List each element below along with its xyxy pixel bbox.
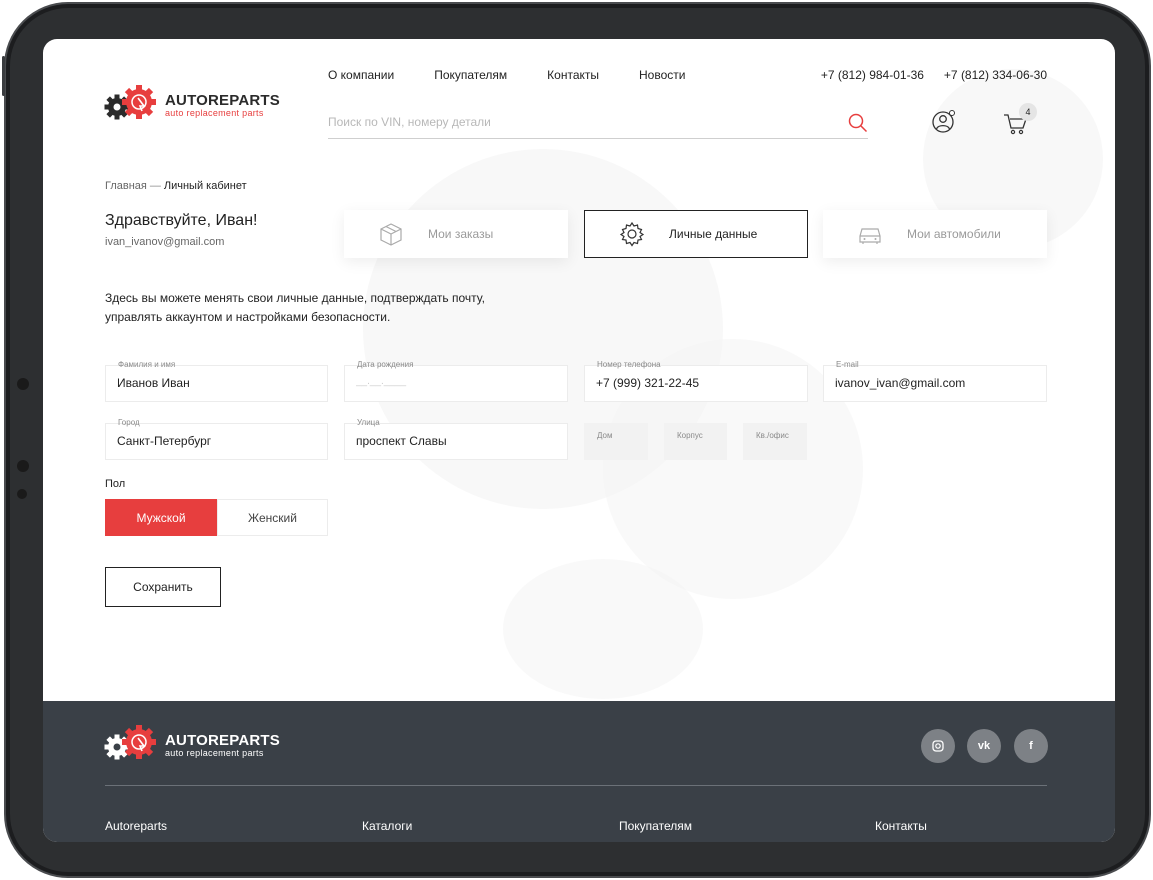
device-sensor [17, 489, 27, 499]
logo-title: AUTOREPARTS [165, 91, 280, 109]
gears-logo-icon [103, 725, 159, 765]
breadcrumb-current: Личный кабинет [163, 180, 247, 192]
logo-tagline: auto replacement parts [165, 747, 264, 758]
breadcrumb: Главная — Личный кабинет [105, 180, 247, 192]
phone-link[interactable]: +7 (812) 984-01-36 [821, 68, 924, 82]
city-field: Город [105, 418, 328, 460]
field-label: Фамилия и имя [118, 360, 176, 369]
account-email: ivan_ivanov@gmail.com [105, 236, 225, 248]
field-label: Номер телефона [597, 360, 661, 369]
vk-icon[interactable]: vk [967, 729, 1001, 763]
city-input[interactable] [117, 434, 307, 448]
screen: AUTOREPARTS auto replacement parts О ком… [43, 39, 1115, 842]
footer-column-title[interactable]: Покупателям [619, 819, 692, 833]
street-input[interactable] [356, 434, 546, 448]
gear-icon [619, 221, 645, 247]
field-label: Кв./офис [756, 431, 789, 440]
tab-personal-data[interactable]: Личные данные [584, 210, 808, 258]
search-bar [328, 107, 868, 139]
device-side-button [2, 56, 5, 96]
instagram-icon[interactable] [921, 729, 955, 763]
footer-column-title[interactable]: Autoreparts [105, 819, 167, 833]
gender-female-button[interactable]: Женский [217, 499, 328, 536]
phone-field: Номер телефона [584, 360, 808, 402]
device-camera [17, 378, 29, 390]
device-sensor [17, 460, 29, 472]
breadcrumb-home-link[interactable]: Главная [105, 180, 147, 192]
email-field: E-mail [823, 360, 1047, 402]
gears-logo-icon [103, 85, 159, 125]
footer-column-title[interactable]: Каталоги [362, 819, 412, 833]
name-field: Фамилия и имя [105, 360, 328, 402]
apartment-field[interactable]: Кв./офис [743, 423, 807, 460]
field-label: Улица [357, 418, 380, 427]
field-label: Дом [597, 431, 613, 440]
main-nav: О компании Покупателям Контакты Новости [328, 68, 725, 82]
footer-column-title[interactable]: Контакты [875, 819, 927, 833]
gender-label: Пол [105, 478, 126, 490]
phone-input[interactable] [596, 376, 786, 390]
facebook-icon-glyph: f [1029, 740, 1033, 752]
phone-link[interactable]: +7 (812) 334-06-30 [944, 68, 1047, 82]
vk-icon-glyph: vk [977, 740, 991, 752]
car-icon [859, 228, 881, 244]
nav-link-customers[interactable]: Покупателям [434, 68, 507, 82]
search-input[interactable] [328, 107, 828, 137]
facebook-icon[interactable]: f [1014, 729, 1048, 763]
cart-count-badge: 4 [1019, 103, 1037, 121]
footer-divider [105, 785, 1047, 786]
logo-text: AUTOREPARTS auto replacement parts [165, 733, 280, 758]
birth-date-input[interactable] [356, 376, 546, 387]
intro-text: Здесь вы можете менять свои личные данны… [105, 291, 485, 324]
tab-label: Мои автомобили [907, 227, 1001, 241]
logo-title: AUTOREPARTS [165, 731, 280, 749]
footer-logo[interactable]: AUTOREPARTS auto replacement parts [103, 725, 280, 765]
street-field: Улица [344, 418, 568, 460]
logo-tagline: auto replacement parts [165, 107, 264, 118]
phone-numbers: +7 (812) 984-01-36 +7 (812) 334-06-30 [801, 68, 1047, 82]
footer: AUTOREPARTS auto replacement parts vk f … [43, 701, 1115, 842]
background-gear-shape [503, 559, 703, 699]
logo[interactable]: AUTOREPARTS auto replacement parts [103, 85, 280, 125]
building-field[interactable]: Корпус [664, 423, 727, 460]
field-label: Дата рождения [357, 360, 414, 369]
nav-link-news[interactable]: Новости [639, 68, 685, 82]
birth-date-field: Дата рождения [344, 360, 568, 402]
search-icon[interactable] [848, 113, 868, 138]
tab-label: Мои заказы [428, 227, 494, 241]
tab-my-cars[interactable]: Мои автомобили [823, 210, 1047, 258]
nav-link-contacts[interactable]: Контакты [547, 68, 599, 82]
nav-link-about[interactable]: О компании [328, 68, 394, 82]
field-label: E-mail [836, 360, 859, 369]
name-input[interactable] [117, 376, 307, 390]
field-label: Корпус [677, 431, 703, 440]
gender-male-button[interactable]: Мужской [105, 499, 217, 536]
save-button[interactable]: Сохранить [105, 567, 221, 607]
box-icon [380, 223, 402, 246]
house-field[interactable]: Дом [584, 423, 648, 460]
logo-text: AUTOREPARTS auto replacement parts [165, 93, 280, 118]
breadcrumb-separator: — [149, 180, 161, 192]
tab-label: Личные данные [669, 227, 758, 241]
email-input[interactable] [835, 376, 1025, 390]
greeting-title: Здравствуйте, Иван! [105, 212, 258, 229]
field-label: Город [118, 418, 140, 427]
tab-my-orders[interactable]: Мои заказы [344, 210, 568, 258]
user-settings-icon[interactable] [932, 109, 956, 138]
